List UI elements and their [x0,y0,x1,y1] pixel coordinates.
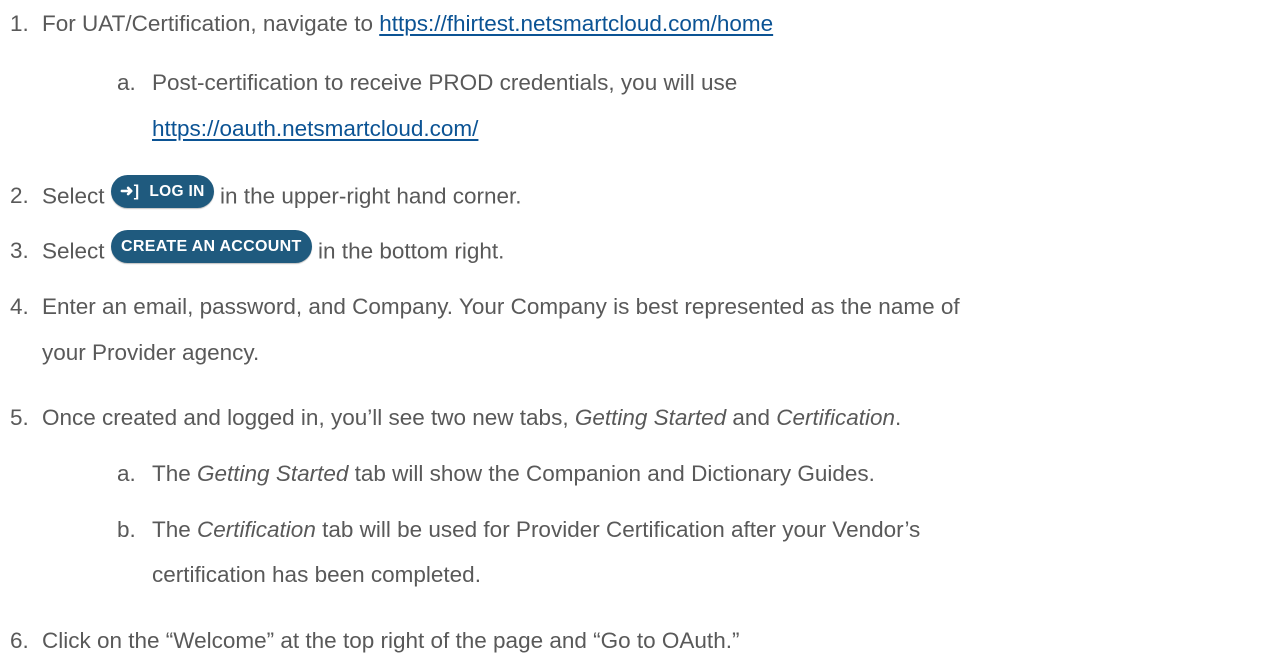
step-1: For UAT/Certification, navigate to https… [42,9,773,39]
step-5b-post: tab will be used for Provider Certificat… [315,517,921,542]
step-5-mid: and [726,405,777,430]
step-5b-pre: The [152,517,198,542]
step-5: Once created and logged in, you’ll see t… [42,403,901,433]
uat-url-link[interactable]: https://fhirtest.netsmartcloud.com/home [379,11,773,36]
step-3-post: in the bottom right. [311,238,505,264]
step-2: Select ➜] LOG IN in the upper-right hand … [42,175,522,214]
getting-started-tab-name: Getting Started [574,405,727,430]
prod-oauth-url-link[interactable]: https://oauth.netsmartcloud.com/ [152,116,478,141]
getting-started-tab-name: Getting Started [197,461,349,486]
step-5b: The Certification tab will be used for P… [152,515,920,545]
step-4-line-2: your Provider agency. [42,340,260,365]
step-2-pre: Select [42,183,111,209]
step-1a-text: Post-certification to receive PROD crede… [152,70,738,95]
step-3-pre: Select [42,238,111,264]
step-1a-link-line: https://oauth.netsmartcloud.com/ [152,114,478,144]
step-5a-pre: The [152,461,198,486]
step-1-text: For UAT/Certification, navigate to [42,11,380,36]
step-number: 5. [10,405,29,430]
step-2-post: in the upper-right hand corner. [213,183,522,209]
step-5a-post: tab will show the Companion and Dictiona… [348,461,875,486]
substep-letter: b. [117,517,136,542]
step-number: 3. [10,238,29,263]
certification-tab-name: Certification [197,517,316,542]
login-arrow-icon: ➜] [120,183,140,200]
step-4-line-1: Enter an email, password, and Company. Y… [42,294,960,319]
substep-letter: a. [117,461,136,486]
login-button-label: LOG IN [149,183,205,200]
step-5a: The Getting Started tab will show the Co… [152,459,875,489]
step-5-post: . [895,405,902,430]
step-number: 4. [10,294,29,319]
instructions-document: 1. For UAT/Certification, navigate to ht… [0,0,1271,668]
step-6-text: Click on the “Welcome” at the top right … [42,628,740,653]
step-3: Select CREATE AN ACCOUNT in the bottom r… [42,230,505,269]
certification-tab-name: Certification [776,405,896,430]
create-account-button-image: CREATE AN ACCOUNT [110,230,312,263]
login-button-image: ➜] LOG IN [110,175,214,208]
step-5-pre: Once created and logged in, you’ll see t… [42,405,575,430]
substep-letter: a. [117,70,136,95]
step-number: 2. [10,183,29,208]
step-5b-line-2: certification has been completed. [152,562,481,587]
step-number: 1. [10,11,29,36]
step-number: 6. [10,628,29,653]
